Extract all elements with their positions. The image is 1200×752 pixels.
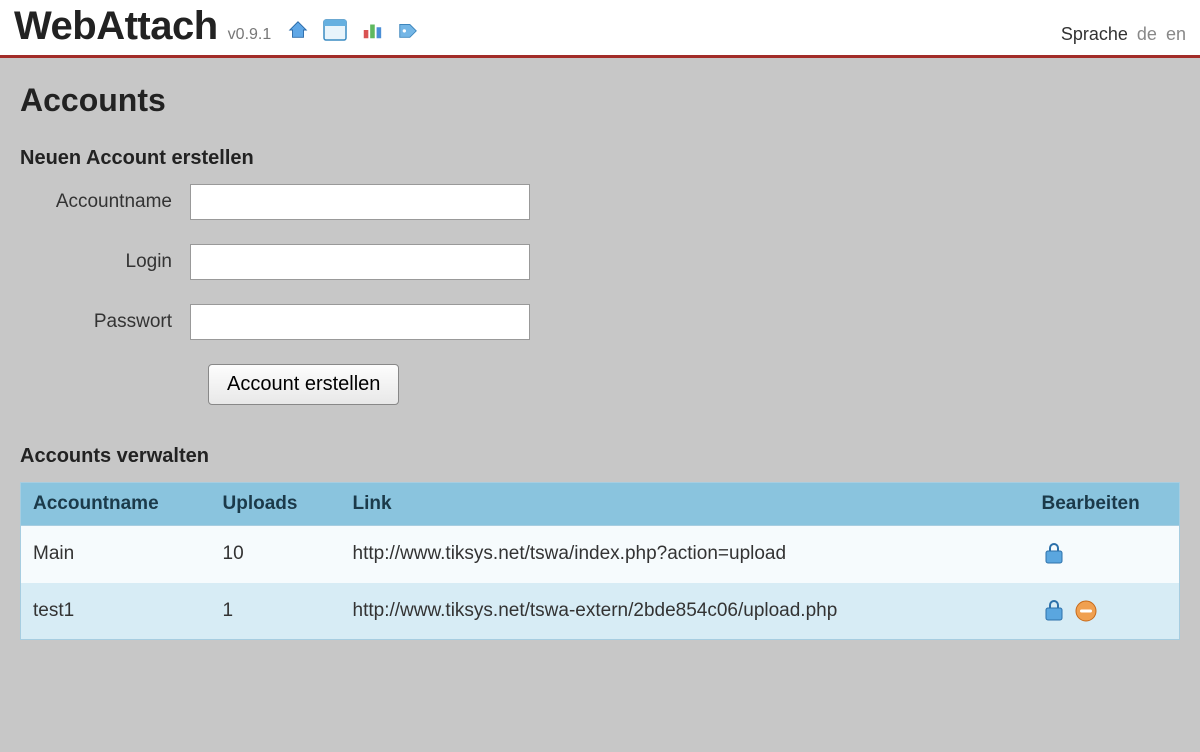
home-icon[interactable] — [287, 19, 309, 41]
create-account-button[interactable]: Account erstellen — [208, 364, 399, 405]
header-uploads: Uploads — [211, 483, 341, 526]
cell-uploads: 10 — [211, 526, 341, 583]
top-bar: WebAttach v0.9.1 Sprache de en — [0, 0, 1200, 58]
cell-uploads: 1 — [211, 583, 341, 640]
create-section-title: Neuen Account erstellen — [20, 147, 1180, 170]
table-row: test11http://www.tiksys.net/tswa-extern/… — [21, 583, 1180, 640]
window-icon[interactable] — [323, 19, 347, 41]
top-icons — [287, 19, 419, 41]
chart-icon[interactable] — [361, 19, 383, 41]
password-label: Passwort — [20, 311, 190, 333]
manage-section-title: Accounts verwalten — [20, 445, 1180, 468]
edit-icon[interactable] — [1042, 599, 1066, 623]
page-title: Accounts — [20, 82, 1180, 119]
cell-accountname: test1 — [21, 583, 211, 640]
cell-accountname: Main — [21, 526, 211, 583]
accountname-label: Accountname — [20, 191, 190, 213]
password-input[interactable] — [190, 304, 530, 340]
app-version: v0.9.1 — [228, 26, 272, 44]
cell-actions — [1030, 583, 1180, 640]
cell-actions — [1030, 526, 1180, 583]
accountname-input[interactable] — [190, 184, 530, 220]
language-de-link[interactable]: de — [1137, 24, 1157, 44]
header-accountname: Accountname — [21, 483, 211, 526]
content-area: Accounts Neuen Account erstellen Account… — [0, 58, 1200, 664]
login-input[interactable] — [190, 244, 530, 280]
app-logo: WebAttach — [14, 4, 218, 49]
login-label: Login — [20, 251, 190, 273]
table-header-row: Accountname Uploads Link Bearbeiten — [21, 483, 1180, 526]
header-edit: Bearbeiten — [1030, 483, 1180, 526]
language-label: Sprache — [1061, 24, 1128, 44]
header-link: Link — [341, 483, 1030, 526]
delete-icon[interactable] — [1074, 599, 1098, 623]
tag-icon[interactable] — [397, 19, 419, 41]
accounts-table: Accountname Uploads Link Bearbeiten Main… — [20, 482, 1180, 640]
language-switch: Sprache de en — [1061, 24, 1186, 49]
edit-icon[interactable] — [1042, 542, 1066, 566]
cell-link: http://www.tiksys.net/tswa/index.php?act… — [341, 526, 1030, 583]
table-row: Main10http://www.tiksys.net/tswa/index.p… — [21, 526, 1180, 583]
language-en-link[interactable]: en — [1166, 24, 1186, 44]
cell-link: http://www.tiksys.net/tswa-extern/2bde85… — [341, 583, 1030, 640]
